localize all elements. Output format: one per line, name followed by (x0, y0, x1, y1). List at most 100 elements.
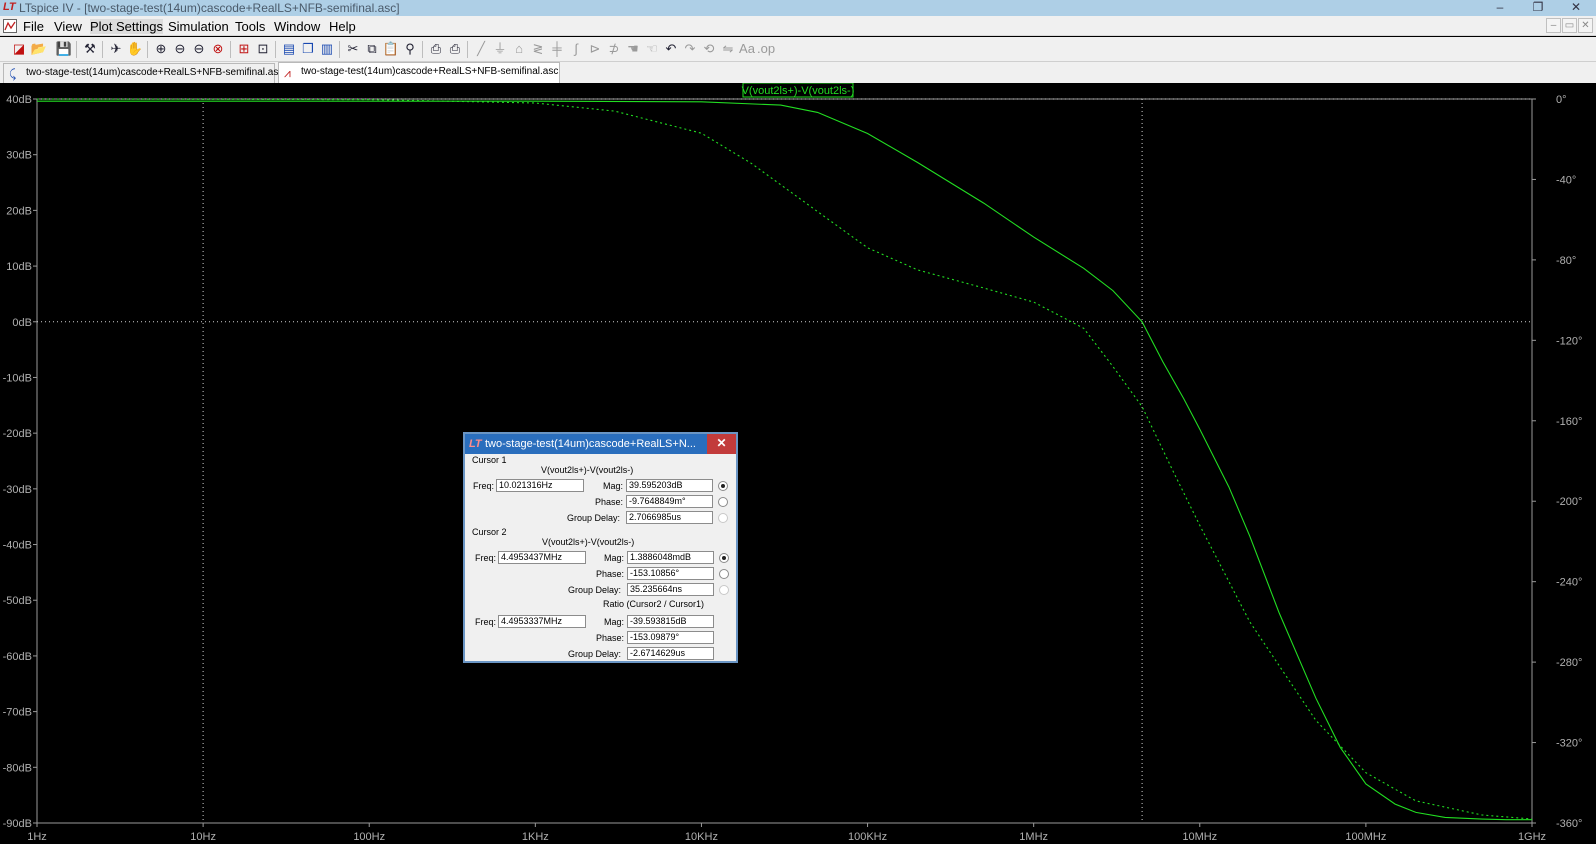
toolbar-separator (275, 41, 276, 58)
component-icon[interactable]: ⊅ (605, 40, 623, 58)
x-tick-label: 100MHz (1345, 831, 1386, 843)
new-schematic-icon[interactable]: ◪ (10, 40, 28, 58)
toolbar-separator (230, 41, 231, 58)
text-icon[interactable]: Aa (738, 40, 756, 58)
tab-schematic[interactable]: ⤹ two-stage-test(14um)cascode+RealLS+NFB… (3, 63, 283, 83)
menu-help[interactable]: Help (329, 19, 356, 34)
ratio-group-delay-field[interactable]: -2.6714629us (627, 647, 714, 660)
cursor2-phase-label: Phase: (596, 569, 625, 579)
wire-icon[interactable]: ╱ (472, 40, 490, 58)
mdi-restore-button[interactable]: ▭ (1562, 18, 1577, 33)
waveform-doc-icon (3, 19, 17, 33)
cursor-values-dialog[interactable]: LT two-stage-test(14um)cascode+RealLS+N.… (463, 432, 738, 663)
dialog-titlebar[interactable]: LT two-stage-test(14um)cascode+RealLS+N.… (465, 434, 736, 454)
print-icon[interactable]: ⎙ (446, 40, 464, 58)
cursor2-group-delay-field[interactable]: 35.235664ns (627, 583, 714, 596)
save-icon[interactable]: 💾 (55, 40, 73, 58)
left-tick-label: -50dB (3, 595, 32, 607)
cursor1-mag-field[interactable]: 39.595203dB (626, 479, 713, 492)
cursor2-mag-field[interactable]: 1.3886048mdB (627, 551, 714, 564)
cursor1-freq-field[interactable]: 10.021316Hz (496, 479, 584, 492)
toolbar-separator (339, 41, 340, 58)
menu-window[interactable]: Window (274, 19, 320, 34)
toolbar: ◪ 📂 💾 ⚒ ✈ ✋ ⊕ ⊖ ⊖ ⊗ ⊞ ⊡ ▤ ❐ ▥ ✂ ⧉ 📋 ⚲ ⎙ … (0, 37, 1596, 62)
x-tick-label: 10KHz (685, 831, 718, 843)
undo-icon[interactable]: ↶ (662, 40, 680, 58)
cursor1-phase-radio[interactable] (718, 497, 728, 507)
cursor2-freq-field[interactable]: 4.4953437MHz (498, 551, 586, 564)
spice-directive-icon[interactable]: .op (757, 40, 775, 58)
mdi-minimize-button[interactable]: – (1546, 18, 1561, 33)
copy-icon[interactable]: ⧉ (363, 40, 381, 58)
print-preview-icon[interactable]: ⎙ (427, 40, 445, 58)
minimize-button[interactable]: – (1482, 0, 1518, 16)
tile-horizontal-icon[interactable]: ▤ (280, 40, 298, 58)
tab-waveform[interactable]: ⩘ two-stage-test(14um)cascode+RealLS+NFB… (278, 62, 560, 83)
cursor2-mag-radio[interactable] (719, 553, 729, 563)
cascade-icon[interactable]: ❐ (299, 40, 317, 58)
mirror-icon[interactable]: ⇋ (719, 40, 737, 58)
menu-simulation[interactable]: Simulation (168, 19, 229, 34)
cursor1-group-delay-radio[interactable] (718, 513, 728, 523)
x-tick-label: 100KHz (848, 831, 887, 843)
halt-icon[interactable]: ✋ (126, 40, 144, 58)
label-net-icon[interactable]: ⌂ (510, 40, 528, 58)
left-tick-label: 10dB (6, 261, 32, 273)
drag-icon[interactable]: ☜ (643, 40, 661, 58)
left-tick-label: 0dB (12, 317, 32, 329)
measure-icon[interactable]: ⊡ (254, 40, 272, 58)
cursor1-mag-radio[interactable] (718, 481, 728, 491)
dialog-close-button[interactable]: ✕ (707, 434, 736, 454)
autorange-icon[interactable]: ⊞ (235, 40, 253, 58)
control-panel-icon[interactable]: ⚒ (81, 40, 99, 58)
cursor1-trace: V(vout2ls+)-V(vout2ls-) (541, 465, 634, 475)
waveform-plot-pane[interactable]: 1Hz 10Hz 100Hz 1KHz 10KHz 100KHz 1MHz 10MHz 100M… (0, 83, 1596, 844)
paste-icon[interactable]: 📋 (382, 40, 400, 58)
menu-file[interactable]: File (23, 19, 44, 34)
find-icon[interactable]: ⚲ (401, 40, 419, 58)
open-icon[interactable]: 📂 (30, 40, 48, 58)
bode-plot[interactable]: 1Hz 10Hz 100Hz 1KHz 10KHz 100KHz 1MHz 10MHz 100M… (0, 83, 1596, 844)
cursor2-phase-radio[interactable] (719, 569, 729, 579)
x-tick-label: 1MHz (1019, 831, 1048, 843)
cursor1-group-delay-field[interactable]: 2.7066985us (626, 511, 713, 524)
capacitor-icon[interactable]: ╪ (548, 40, 566, 58)
zoom-out-icon[interactable]: ⊖ (171, 40, 189, 58)
ground-icon[interactable]: ⏚ (491, 40, 509, 58)
ratio-phase-field[interactable]: -153.09879° (627, 631, 714, 644)
tile-vertical-icon[interactable]: ▥ (318, 40, 336, 58)
menu-tools[interactable]: Tools (235, 19, 265, 34)
toolbar-separator (147, 41, 148, 58)
zoom-in-icon[interactable]: ⊕ (152, 40, 170, 58)
rotate-icon[interactable]: ⟲ (700, 40, 718, 58)
ratio-freq-field[interactable]: 4.4953337MHz (498, 615, 586, 628)
schematic-doc-icon: ⤹ (9, 67, 17, 81)
x-tick-label: 1Hz (27, 831, 47, 843)
left-tick-label: -20dB (3, 428, 32, 440)
ratio-mag-field[interactable]: -39.593815dB (627, 615, 714, 628)
cursor2-phase-field[interactable]: -153.10856° (627, 567, 714, 580)
run-icon[interactable]: ✈ (107, 40, 125, 58)
cursor1-phase-label: Phase: (595, 497, 624, 507)
left-tick-label: -40dB (3, 540, 32, 552)
move-icon[interactable]: ☚ (624, 40, 642, 58)
zoom-out-2-icon[interactable]: ⊖ (190, 40, 208, 58)
resistor-icon[interactable]: ≷ (529, 40, 547, 58)
cursor1-phase-field[interactable]: -9.7648849m° (626, 495, 713, 508)
menu-view[interactable]: View (54, 19, 82, 34)
trace-label[interactable]: V(vout2ls+)-V(vout2ls-) (742, 85, 855, 97)
inductor-icon[interactable]: ∫ (567, 40, 585, 58)
menu-plot-settings[interactable]: Plot Settings (90, 19, 163, 34)
diode-icon[interactable]: ⊳ (586, 40, 604, 58)
cut-icon[interactable]: ✂ (344, 40, 362, 58)
restore-button[interactable]: ❐ (1520, 0, 1556, 16)
close-window-button[interactable]: ✕ (1558, 0, 1594, 16)
right-tick-label: -120° (1556, 335, 1582, 347)
cursor2-group-delay-radio[interactable] (719, 585, 729, 595)
x-tick-label: 1KHz (522, 831, 549, 843)
ltspice-logo-icon: LT (469, 438, 482, 450)
cursor2-freq-label: Freq: (475, 553, 497, 563)
redo-icon[interactable]: ↷ (681, 40, 699, 58)
zoom-cancel-icon[interactable]: ⊗ (209, 40, 227, 58)
mdi-close-button[interactable]: ✕ (1578, 18, 1593, 33)
